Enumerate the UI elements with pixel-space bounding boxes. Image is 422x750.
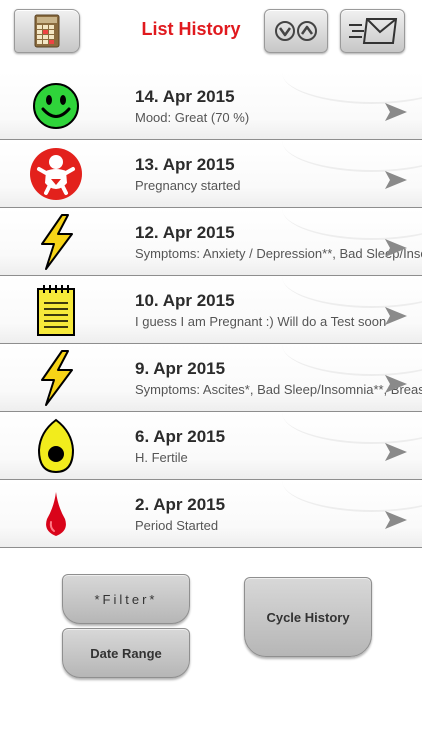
send-mail-icon	[348, 18, 397, 44]
entry-detail: I guess I am Pregnant :) Will do a Test …	[135, 314, 387, 329]
page-title: List History	[141, 19, 241, 39]
calendar-grid-icon	[34, 14, 60, 48]
send-mail-button[interactable]	[340, 9, 405, 53]
list-item[interactable]: 10. Apr 2015 I guess I am Pregnant :) Wi…	[0, 276, 422, 344]
entry-date: 14. Apr 2015	[135, 87, 235, 106]
entry-detail: Symptoms: Anxiety / Depression**, Bad Sl…	[135, 246, 422, 261]
disclosure-arrow-icon	[385, 443, 407, 461]
entry-date: 13. Apr 2015	[135, 155, 235, 174]
list-item[interactable]: 12. Apr 2015 Symptoms: Anxiety / Depress…	[0, 208, 422, 276]
disclosure-arrow-icon	[385, 375, 407, 393]
sort-button[interactable]	[264, 9, 328, 53]
blood-drop-icon	[28, 486, 84, 542]
entry-date: 12. Apr 2015	[135, 223, 235, 242]
baby-icon	[28, 146, 84, 202]
filter-button[interactable]: *Filter*	[62, 574, 190, 624]
entry-date: 2. Apr 2015	[135, 495, 226, 514]
disclosure-arrow-icon	[385, 307, 407, 325]
entry-detail: H. Fertile	[135, 450, 188, 465]
lightning-bolt-icon	[28, 214, 84, 270]
cycle-history-button[interactable]: Cycle History	[244, 577, 372, 657]
entry-detail: Symptoms: Ascites*, Bad Sleep/Insomnia**…	[135, 382, 422, 397]
entry-detail: Mood: Great (70 %)	[135, 110, 250, 125]
disclosure-arrow-icon	[385, 103, 407, 121]
sort-up-down-icon	[275, 21, 317, 41]
smiley-face-icon	[28, 78, 84, 134]
date-range-button[interactable]: Date Range	[62, 628, 190, 678]
entry-detail: Period Started	[135, 518, 219, 533]
disclosure-arrow-icon	[385, 171, 407, 189]
entry-date: 9. Apr 2015	[135, 359, 226, 378]
disclosure-arrow-icon	[385, 511, 407, 529]
list-item[interactable]: 2. Apr 2015 Period Started	[0, 480, 422, 548]
history-list: 14. Apr 2015 Mood: Great (70 %) 13. Apr …	[0, 72, 422, 548]
list-item[interactable]: 13. Apr 2015 Pregnancy started	[0, 140, 422, 208]
lightning-bolt-icon	[28, 350, 84, 406]
list-item[interactable]: 9. Apr 2015 Symptoms: Ascites*, Bad Slee…	[0, 344, 422, 412]
entry-detail: Pregnancy started	[135, 178, 241, 193]
back-button[interactable]	[14, 9, 80, 53]
navigation-bar: List History	[0, 0, 422, 62]
list-item[interactable]: 6. Apr 2015 H. Fertile	[0, 412, 422, 480]
disclosure-arrow-icon	[385, 239, 407, 257]
egg-icon	[28, 418, 84, 474]
list-item[interactable]: 14. Apr 2015 Mood: Great (70 %)	[0, 72, 422, 140]
notepad-icon	[28, 282, 84, 338]
entry-date: 10. Apr 2015	[135, 291, 235, 310]
entry-date: 6. Apr 2015	[135, 427, 226, 446]
